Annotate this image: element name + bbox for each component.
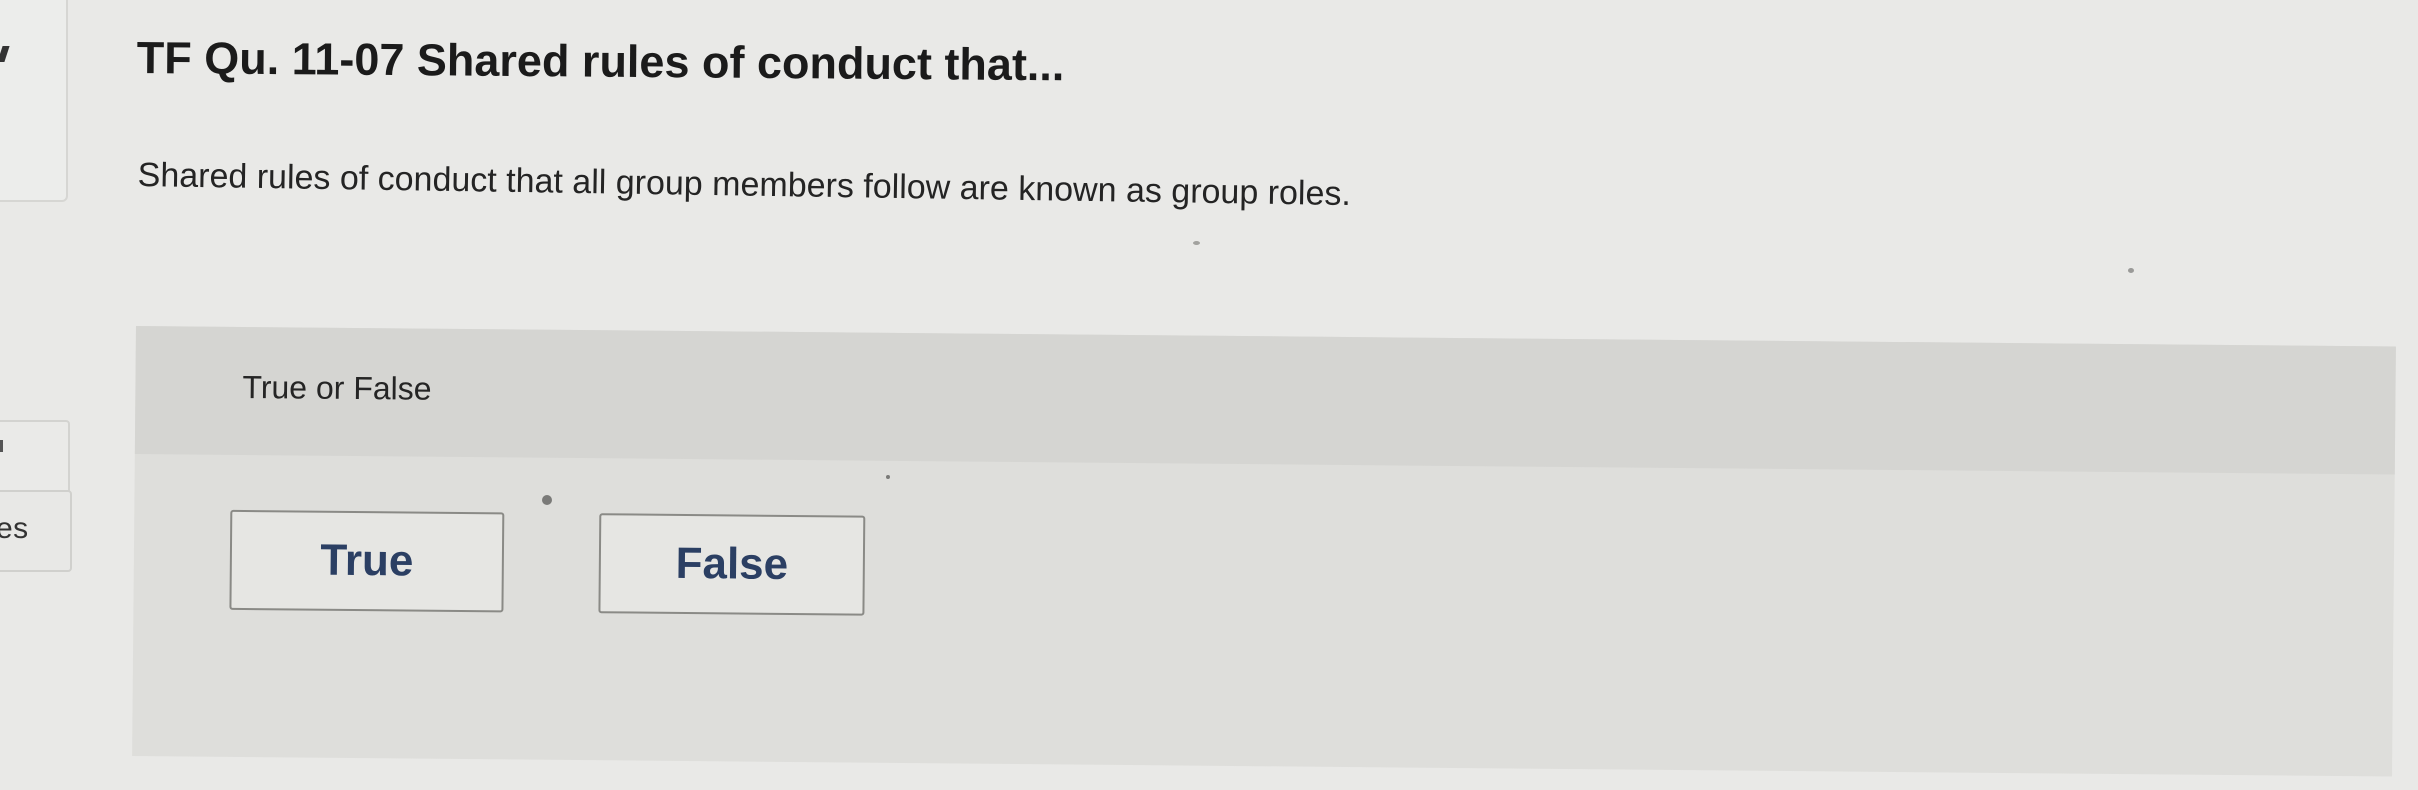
question-title: TF Qu. 11-07 Shared rules of conduct tha… [136,32,1065,91]
sidebar-marker-icon [0,440,3,452]
false-button[interactable]: False [598,513,866,616]
sidebar-partial-label: es [0,512,29,545]
dust-speck [886,475,890,479]
question-prompt: Shared rules of conduct that all group m… [137,156,1352,214]
dust-speck [2128,268,2134,273]
dust-speck [1193,241,1200,245]
answer-type-label: True or False [242,368,432,407]
dust-speck [542,495,552,505]
answer-header: True or False [134,326,2396,475]
sidebar-card[interactable] [0,420,70,494]
sidebar-card[interactable] [0,0,68,202]
answer-panel: True or False True False [132,326,2396,777]
true-button[interactable]: True [229,509,505,613]
sidebar-edge: es [0,0,72,790]
